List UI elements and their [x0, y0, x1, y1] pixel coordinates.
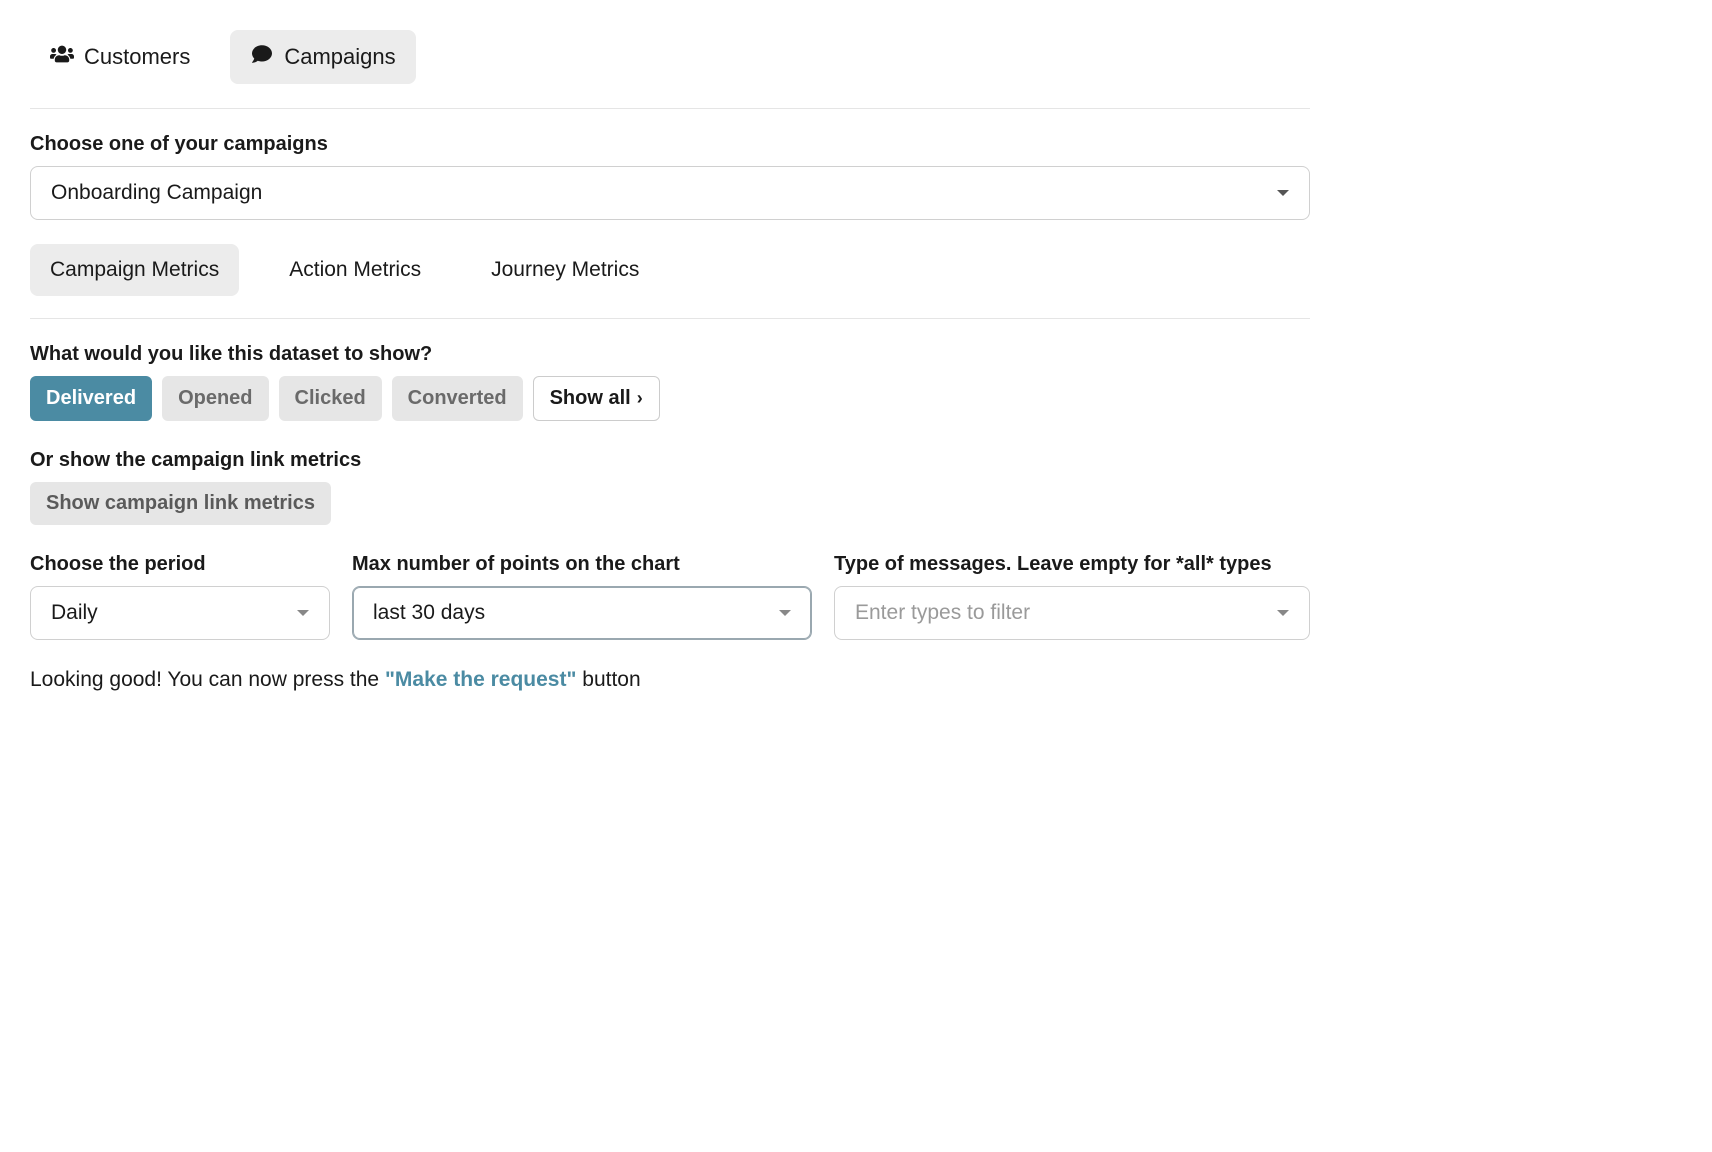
- chevron-down-icon: [1277, 190, 1289, 196]
- chevron-right-icon: ›: [637, 388, 643, 409]
- users-icon: [50, 44, 74, 70]
- points-select[interactable]: last 30 days: [352, 586, 812, 640]
- tab-action-metrics[interactable]: Action Metrics: [269, 244, 441, 296]
- types-col: Type of messages. Leave empty for *all* …: [834, 553, 1310, 640]
- comment-icon: [250, 44, 274, 70]
- types-select[interactable]: Enter types to filter: [834, 586, 1310, 640]
- tab-campaign-metrics[interactable]: Campaign Metrics: [30, 244, 239, 296]
- tab-campaigns[interactable]: Campaigns: [230, 30, 415, 84]
- campaign-select[interactable]: Onboarding Campaign: [30, 166, 1310, 220]
- period-select-value: Daily: [51, 601, 98, 625]
- pill-converted[interactable]: Converted: [392, 376, 523, 421]
- pill-clicked[interactable]: Clicked: [279, 376, 382, 421]
- tab-customers-label: Customers: [84, 44, 190, 70]
- chevron-down-icon: [1277, 610, 1289, 616]
- controls-row: Choose the period Daily Max number of po…: [30, 553, 1310, 640]
- points-label: Max number of points on the chart: [352, 553, 812, 576]
- link-metrics-label: Or show the campaign link metrics: [30, 449, 1310, 472]
- tab-journey-metrics[interactable]: Journey Metrics: [471, 244, 659, 296]
- points-select-value: last 30 days: [373, 601, 485, 625]
- tab-campaigns-label: Campaigns: [284, 44, 395, 70]
- choose-campaign-label: Choose one of your campaigns: [30, 133, 1310, 156]
- top-tabs: Customers Campaigns: [30, 30, 1310, 109]
- pill-delivered[interactable]: Delivered: [30, 376, 152, 421]
- dataset-question-label: What would you like this dataset to show…: [30, 343, 1310, 366]
- period-select[interactable]: Daily: [30, 586, 330, 640]
- types-select-placeholder: Enter types to filter: [855, 601, 1030, 625]
- campaign-select-value: Onboarding Campaign: [51, 181, 262, 205]
- metrics-tabs: Campaign Metrics Action Metrics Journey …: [30, 244, 1310, 319]
- status-hint: Looking good! You can now press the "Mak…: [30, 668, 1310, 692]
- pill-show-all[interactable]: Show all ›: [533, 376, 660, 421]
- points-col: Max number of points on the chart last 3…: [352, 553, 812, 640]
- chevron-down-icon: [297, 610, 309, 616]
- make-request-emph: "Make the request": [385, 668, 576, 691]
- chevron-down-icon: [779, 610, 791, 616]
- show-link-metrics-button[interactable]: Show campaign link metrics: [30, 482, 331, 525]
- dataset-pills: Delivered Opened Clicked Converted Show …: [30, 376, 1310, 421]
- types-label: Type of messages. Leave empty for *all* …: [834, 553, 1310, 576]
- period-label: Choose the period: [30, 553, 330, 576]
- pill-opened[interactable]: Opened: [162, 376, 268, 421]
- link-metrics-row: Show campaign link metrics: [30, 482, 1310, 525]
- period-col: Choose the period Daily: [30, 553, 330, 640]
- tab-customers[interactable]: Customers: [30, 30, 210, 84]
